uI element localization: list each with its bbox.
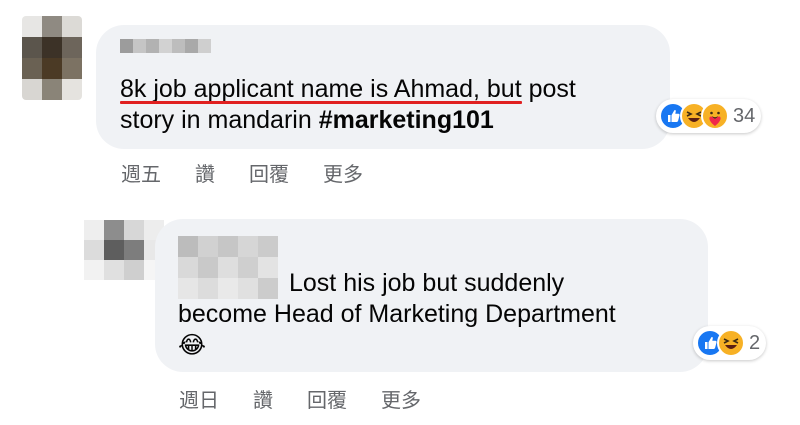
hashtag-link[interactable]: #marketing101 [319,106,494,134]
comment-text: Lost his job but suddenly become Head of… [178,269,616,359]
more-button[interactable]: 更多 [381,384,421,413]
highlighted-text: 8k job applicant name is Ahmad [120,75,473,103]
haha-icon [717,329,745,357]
comment-actions: 週五 讚 回覆 更多 [121,158,363,187]
timestamp-link[interactable]: 週五 [121,158,161,187]
commenter-avatar[interactable] [84,220,164,280]
timestamp-link[interactable]: 週日 [179,384,219,413]
comment-text: 8k job applicant name is Ahmad, but post… [120,75,576,134]
reply-button[interactable]: 回覆 [249,158,289,187]
reaction-count: 34 [733,104,756,127]
like-button[interactable]: 讚 [195,158,215,187]
like-button[interactable]: 讚 [253,384,273,413]
commenter-name[interactable] [120,39,211,53]
red-underline [120,101,522,104]
reaction-count: 2 [749,331,761,354]
reaction-summary[interactable]: 2 [693,326,767,360]
reply-button[interactable]: 回覆 [307,384,347,413]
care-icon [701,102,729,130]
comment-actions: 週日 讚 回覆 更多 [179,384,421,413]
reaction-summary[interactable]: 34 [656,99,762,133]
laughing-emoji: 😂 [178,332,207,359]
more-button[interactable]: 更多 [323,158,363,187]
commenter-avatar[interactable] [22,16,82,100]
